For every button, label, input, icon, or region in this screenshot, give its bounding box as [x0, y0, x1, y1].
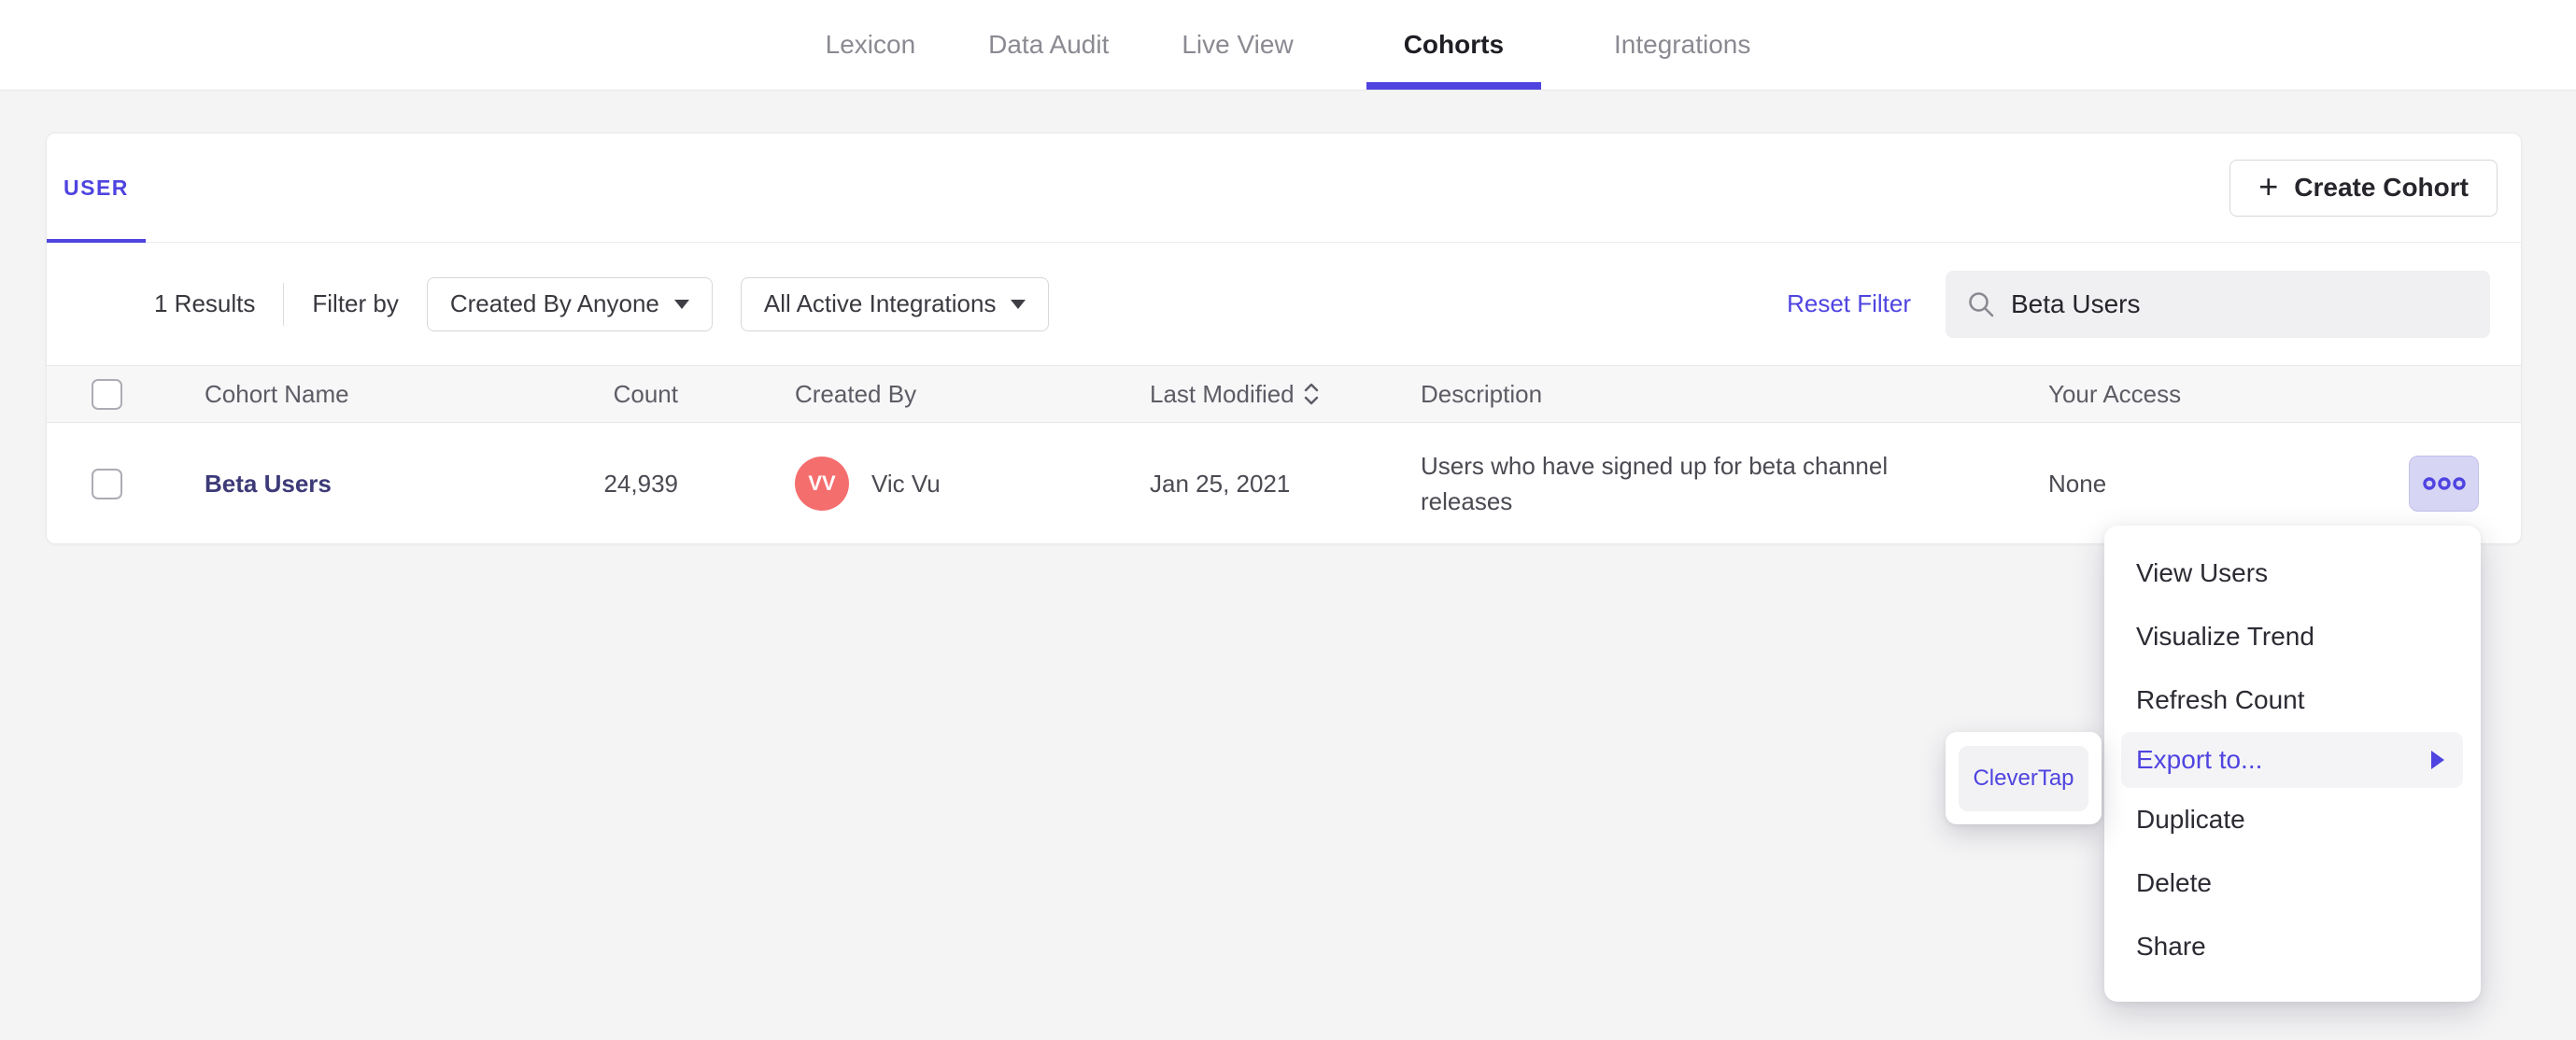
export-submenu: CleverTap — [1946, 732, 2102, 824]
menu-item-duplicate[interactable]: Duplicate — [2104, 788, 2481, 851]
filter-bar: 1 Results Filter by Created By Anyone Al… — [47, 243, 2521, 365]
menu-item-share[interactable]: Share — [2104, 915, 2481, 978]
integrations-dropdown[interactable]: All Active Integrations — [740, 276, 1050, 331]
submenu-item-clevertap[interactable]: CleverTap — [1959, 746, 2088, 811]
chevron-down-icon — [673, 299, 689, 309]
menu-item-view-users[interactable]: View Users — [2104, 541, 2481, 605]
nav-item-lexicon[interactable]: Lexicon — [826, 0, 916, 90]
create-cohort-label: Create Cohort — [2294, 173, 2469, 202]
sort-icon — [1304, 383, 1318, 405]
cohort-count: 24,939 — [603, 469, 678, 498]
table-header: Cohort Name Count Created By Last Modifi… — [47, 365, 2521, 423]
cohorts-card: USER + Create Cohort 1 Results Filter by… — [46, 133, 2522, 544]
row-checkbox[interactable] — [92, 468, 122, 499]
menu-item-delete[interactable]: Delete — [2104, 851, 2481, 915]
menu-item-refresh-count[interactable]: Refresh Count — [2104, 668, 2481, 732]
menu-item-export-to[interactable]: Export to... — [2121, 732, 2463, 788]
nav-item-cohorts[interactable]: Cohorts — [1366, 0, 1542, 90]
search-box[interactable] — [1946, 270, 2490, 338]
ellipsis-icon — [2422, 477, 2466, 490]
tab-user[interactable]: USER — [47, 134, 146, 243]
col-last-modified-label: Last Modified — [1150, 379, 1295, 408]
create-cohort-button[interactable]: + Create Cohort — [2229, 159, 2498, 217]
last-modified-value: Jan 25, 2021 — [1150, 469, 1291, 498]
results-count: 1 Results — [154, 289, 256, 317]
created-by-dropdown[interactable]: Created By Anyone — [426, 276, 713, 331]
top-nav: Lexicon Data Audit Live View Cohorts Int… — [826, 0, 1750, 90]
creator-name: Vic Vu — [871, 469, 941, 498]
tab-user-label: USER — [64, 175, 129, 200]
more-options-button[interactable] — [2409, 456, 2479, 512]
col-description: Description — [1421, 379, 1543, 408]
plus-icon: + — [2258, 166, 2279, 205]
nav-item-integrations[interactable]: Integrations — [1614, 0, 1750, 90]
nav-item-live-view[interactable]: Live View — [1182, 0, 1293, 90]
filter-by-label: Filter by — [312, 289, 399, 317]
created-by-dropdown-value: Created By Anyone — [449, 289, 659, 317]
menu-item-visualize-trend[interactable]: Visualize Trend — [2104, 605, 2481, 668]
description-value: Users who have signed up for beta channe… — [1421, 452, 1889, 515]
cohort-context-menu: View Users Visualize Trend Refresh Count… — [2104, 526, 2481, 1002]
nav-item-data-audit[interactable]: Data Audit — [988, 0, 1109, 90]
select-all-checkbox[interactable] — [92, 378, 122, 410]
col-count: Count — [613, 379, 678, 408]
row-checkbox-cell — [47, 468, 205, 499]
card-tabs-row: USER + Create Cohort — [47, 134, 2521, 243]
col-created-by: Created By — [795, 379, 917, 408]
integrations-dropdown-value: All Active Integrations — [763, 289, 997, 317]
access-value: None — [2048, 469, 2107, 498]
filter-divider — [283, 282, 285, 326]
filter-right-group: Reset Filter — [1787, 270, 2490, 338]
chevron-down-icon — [1011, 299, 1026, 309]
created-by-cell: VV Vic Vu — [795, 457, 1150, 511]
submenu-arrow-icon — [2431, 751, 2444, 769]
header-checkbox-cell — [47, 378, 205, 410]
col-cohort-name: Cohort Name — [205, 379, 349, 408]
menu-item-export-to-label: Export to... — [2136, 745, 2263, 774]
reset-filter-link[interactable]: Reset Filter — [1787, 289, 1911, 318]
actions-cell — [2408, 456, 2523, 512]
avatar: VV — [795, 457, 849, 511]
search-icon — [1969, 291, 1994, 316]
col-your-access: Your Access — [2048, 379, 2182, 408]
col-last-modified[interactable]: Last Modified — [1150, 380, 1421, 409]
top-nav-bar: Lexicon Data Audit Live View Cohorts Int… — [0, 0, 2576, 91]
search-input[interactable] — [2011, 288, 2470, 319]
cohort-name-link[interactable]: Beta Users — [205, 470, 585, 499]
